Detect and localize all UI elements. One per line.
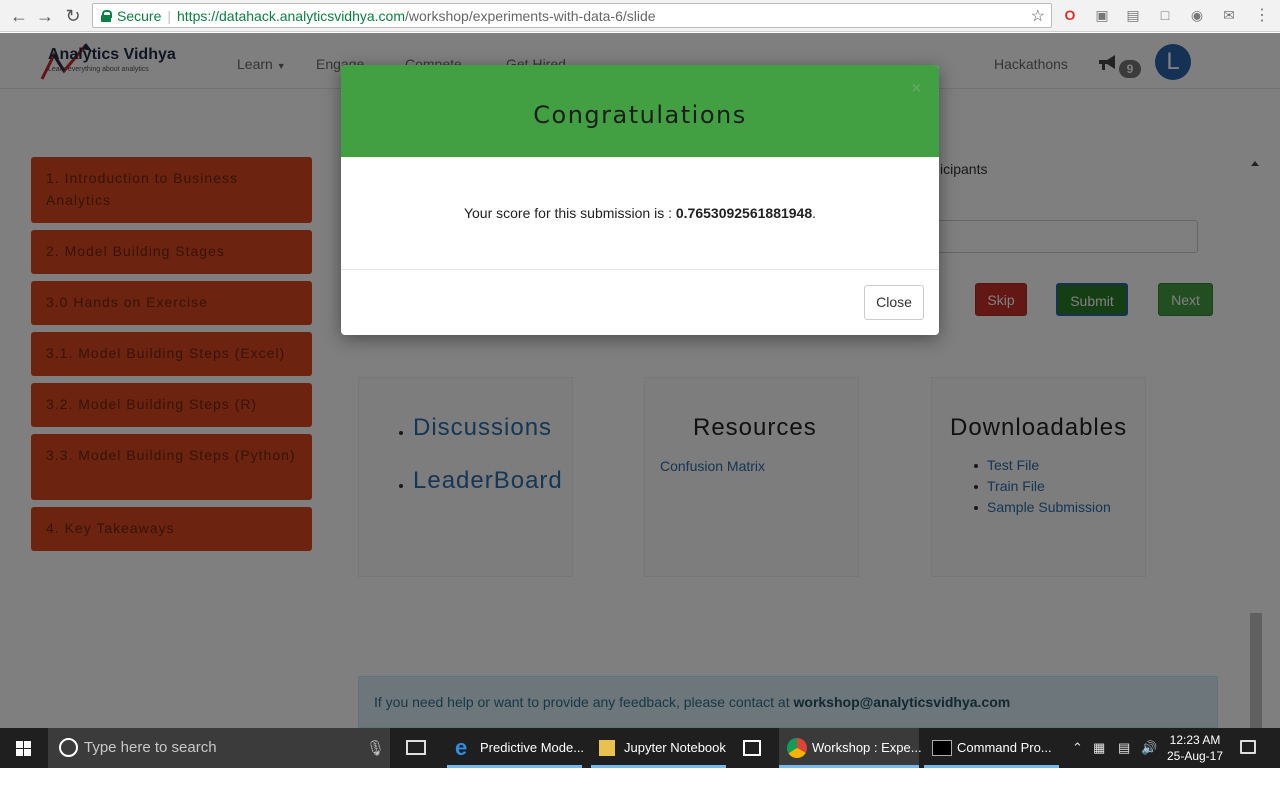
chrome-icon xyxy=(787,738,807,758)
secure-label: Secure xyxy=(117,7,162,24)
bookmark-star-icon[interactable]: ☆ xyxy=(1031,6,1045,26)
battery-icon[interactable]: ▦ xyxy=(1093,740,1105,756)
lock-icon xyxy=(101,9,112,22)
windows-icon xyxy=(16,741,32,756)
score-suffix: . xyxy=(812,205,817,221)
chevron-up-icon[interactable]: ⌃ xyxy=(1072,740,1083,756)
task-label: Workshop : Expe... xyxy=(812,740,922,755)
bag-extension-icon[interactable]: ▣ xyxy=(1093,6,1111,24)
close-button[interactable]: Close xyxy=(864,285,924,320)
terminal-icon xyxy=(932,740,952,756)
task-jupyter[interactable]: Jupyter Notebook xyxy=(591,728,726,768)
forward-icon[interactable]: → xyxy=(31,2,59,30)
pdf-extension-icon[interactable]: □ xyxy=(1156,6,1174,24)
task-edge[interactable]: e Predictive Mode... xyxy=(447,728,585,768)
score-message: Your score for this submission is : 0.76… xyxy=(341,205,939,221)
folder-icon xyxy=(599,740,615,756)
task-label: Jupyter Notebook xyxy=(624,740,726,755)
volume-icon[interactable]: 🔊 xyxy=(1141,740,1157,756)
url-path: /workshop/experiments-with-data-6/slide xyxy=(405,7,656,24)
close-icon[interactable]: × xyxy=(911,79,922,97)
task-chrome[interactable]: Workshop : Expe... xyxy=(779,728,922,768)
task-label: Command Pro... xyxy=(957,740,1052,755)
opera-extension-icon[interactable]: O xyxy=(1061,6,1079,24)
clock-time: 12:23 AM xyxy=(1169,733,1221,747)
address-bar[interactable]: Secure | https://datahack.analyticsvidhy… xyxy=(92,3,1052,28)
url-host: https://datahack.analyticsvidhya.com xyxy=(177,7,406,24)
edge-icon: e xyxy=(455,735,468,760)
task-label: Predictive Mode... xyxy=(480,740,585,755)
action-center-icon[interactable] xyxy=(1240,740,1256,754)
search-placeholder: Type here to search xyxy=(84,739,217,756)
modal-body: Your score for this submission is : 0.76… xyxy=(341,157,939,270)
note-extension-icon[interactable]: ▤ xyxy=(1124,6,1142,24)
network-icon[interactable]: ▤ xyxy=(1118,740,1130,756)
store-icon xyxy=(743,740,761,756)
modal-header: Congratulations × xyxy=(341,65,939,157)
score-prefix: Your score for this submission is : xyxy=(463,205,672,221)
start-button[interactable] xyxy=(0,728,48,768)
mail-extension-icon[interactable]: ✉ xyxy=(1220,6,1238,24)
system-clock[interactable]: 12:23 AM 25-Aug-17 xyxy=(1160,732,1230,764)
globe-extension-icon[interactable]: ◉ xyxy=(1188,6,1206,24)
microphone-icon[interactable]: 🎙 xyxy=(366,739,385,757)
separator: | xyxy=(167,7,171,24)
windows-taskbar: Type here to search 🎙 e Predictive Mode.… xyxy=(0,728,1280,768)
task-view-icon[interactable] xyxy=(406,740,426,755)
score-modal: Congratulations × Your score for this su… xyxy=(341,65,939,335)
bottom-strip xyxy=(0,768,1280,800)
modal-title: Congratulations xyxy=(533,101,747,129)
reload-icon[interactable]: ↻ xyxy=(59,2,87,30)
clock-date: 25-Aug-17 xyxy=(1166,749,1224,763)
taskbar-search[interactable]: Type here to search 🎙 xyxy=(48,728,390,768)
menu-kebab-icon[interactable]: ⋮ xyxy=(1253,6,1271,24)
score-value: 0.7653092561881948 xyxy=(675,205,813,221)
task-store[interactable] xyxy=(735,728,773,768)
cortana-icon xyxy=(59,738,78,757)
back-icon[interactable]: ← xyxy=(5,2,33,30)
browser-toolbar: ← → ↻ Secure | https://datahack.analytic… xyxy=(0,0,1280,32)
task-command-prompt[interactable]: Command Pro... xyxy=(924,728,1059,768)
